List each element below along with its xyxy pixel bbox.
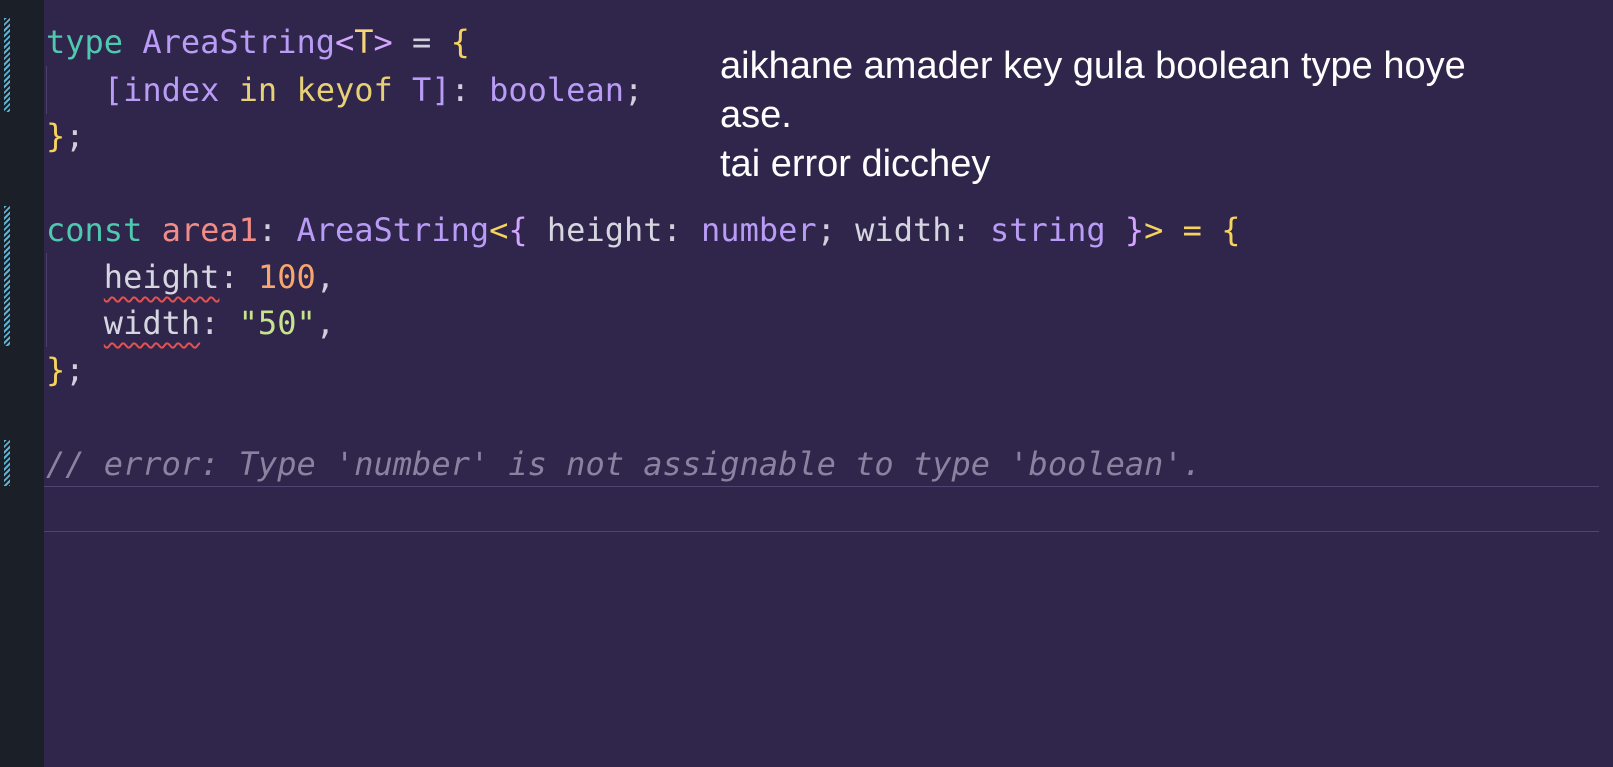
error-property-width[interactable]: width: [104, 304, 200, 342]
code-line-3[interactable]: };: [46, 112, 85, 160]
property-height: height: [546, 211, 663, 249]
diff-modified-marker[interactable]: [4, 206, 10, 346]
code-line-6[interactable]: height: 100,: [46, 253, 335, 301]
error-comment: // error: Type 'number' is not assignabl…: [46, 445, 1202, 483]
bracket-open: [: [103, 71, 124, 109]
semicolon: ;: [65, 351, 85, 389]
angle-close: >: [1144, 211, 1164, 249]
error-property-height[interactable]: height: [104, 258, 220, 296]
bracket-close: ]: [431, 71, 451, 109]
string-type: string: [990, 211, 1106, 249]
code-line-10[interactable]: // error: Type 'number' is not assignabl…: [46, 440, 1202, 488]
variable-name: area1: [161, 211, 258, 249]
type-parameter: T: [354, 23, 374, 61]
type-parameter-ref: T: [412, 71, 432, 109]
index-variable: index: [123, 71, 220, 109]
property-width: width: [855, 211, 952, 249]
brace-close: }: [1124, 211, 1145, 249]
type-name: AreaString: [142, 23, 335, 61]
angle-open: <: [489, 211, 509, 249]
brace-close: }: [46, 351, 66, 389]
colon: :: [450, 71, 490, 109]
annotation-line-2: ase.: [720, 94, 792, 136]
string-literal: "50": [238, 304, 316, 342]
semicolon: ;: [65, 117, 85, 155]
keyword-const: const: [46, 211, 143, 249]
diff-modified-marker[interactable]: [4, 18, 10, 112]
colon: :: [662, 211, 702, 249]
keyword-keyof: keyof: [296, 71, 393, 109]
code-line-5[interactable]: const area1: AreaString<{ height: number…: [46, 206, 1240, 254]
angle-close: >: [373, 23, 393, 61]
colon: :: [200, 304, 239, 342]
brace-open: {: [1221, 211, 1241, 249]
colon: :: [257, 211, 297, 249]
current-line-highlight[interactable]: [44, 486, 1599, 532]
code-line-2[interactable]: [index in keyof T]: boolean;: [46, 66, 643, 114]
editor-gutter: [0, 0, 44, 767]
diff-modified-marker[interactable]: [4, 440, 10, 486]
semicolon: ;: [623, 71, 644, 109]
brace-open: {: [508, 211, 528, 249]
brace-open: {: [450, 23, 470, 61]
angle-open: <: [334, 23, 355, 61]
keyword-in: in: [238, 71, 278, 109]
code-line-8[interactable]: };: [46, 346, 85, 394]
brace-close: }: [46, 117, 66, 155]
colon: :: [951, 211, 991, 249]
number-literal: 100: [257, 258, 316, 296]
type-name: AreaString: [296, 211, 490, 249]
semicolon: ;: [816, 211, 856, 249]
code-line-1[interactable]: type AreaString<T> = {: [46, 18, 470, 66]
annotation-line-1: aikhane amader key gula boolean type hoy…: [720, 45, 1466, 87]
annotation-line-3: tai error dicchey: [720, 143, 991, 185]
equals: =: [1163, 211, 1222, 249]
equals: =: [392, 23, 451, 61]
boolean-type: boolean: [489, 71, 624, 109]
keyword-type: type: [46, 23, 124, 61]
colon: :: [219, 258, 258, 296]
annotation-note: aikhane amader key gula boolean type hoy…: [720, 42, 1580, 189]
number-type: number: [701, 211, 817, 249]
comma: ,: [315, 258, 335, 296]
comma: ,: [315, 304, 335, 342]
code-line-7[interactable]: width: "50",: [46, 299, 335, 347]
